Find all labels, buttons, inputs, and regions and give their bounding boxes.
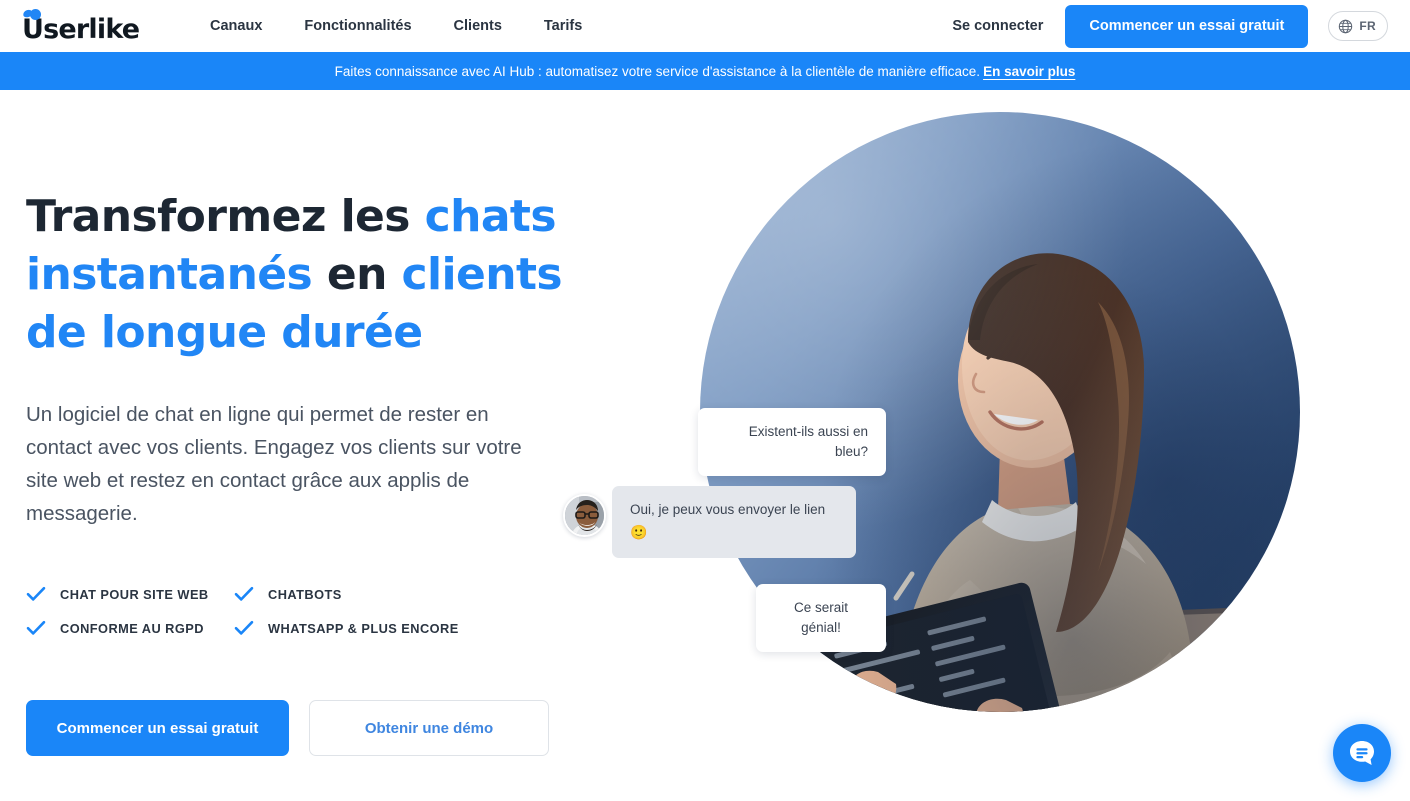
chat-message-text: Oui, je peux vous envoyer le lien bbox=[630, 502, 826, 517]
language-selector[interactable]: FR bbox=[1328, 11, 1388, 41]
headline-part-1: Transformez les bbox=[26, 191, 425, 242]
site-header: Userlike Canaux Fonctionnalités Clients … bbox=[0, 0, 1410, 52]
get-demo-button[interactable]: Obtenir une démo bbox=[309, 700, 549, 756]
chat-bubble-visitor-2: Ce serait génial! bbox=[756, 584, 886, 652]
logo-dot-icon bbox=[30, 9, 41, 20]
login-link[interactable]: Se connecter bbox=[952, 18, 1043, 34]
hero-copy: Transformez les chats instantanés en cli… bbox=[26, 188, 586, 756]
start-free-trial-button[interactable]: Commencer un essai gratuit bbox=[26, 700, 289, 756]
feature-item-conforme-au-rgpd: CONFORME AU RGPD bbox=[26, 620, 234, 636]
feature-label: CHAT POUR SITE WEB bbox=[60, 586, 209, 602]
header-actions: Se connecter Commencer un essai gratuit … bbox=[952, 4, 1388, 48]
hero-visual: Existent-ils aussi en bleu? Oui, je peux… bbox=[563, 112, 1300, 730]
feature-label: CHATBOTS bbox=[268, 586, 342, 602]
hero-section: Transformez les chats instantanés en cli… bbox=[0, 90, 1410, 801]
main-navigation: Canaux Fonctionnalités Clients Tarifs bbox=[210, 18, 582, 34]
feature-item-chatbots: CHATBOTS bbox=[234, 586, 506, 602]
hero-subheading: Un logiciel de chat en ligne qui permet … bbox=[26, 403, 522, 525]
announcement-link[interactable]: En savoir plus bbox=[983, 64, 1075, 79]
chat-bubble-visitor-1: Existent-ils aussi en bleu? bbox=[698, 408, 886, 476]
feature-item-chat-pour-site-web: CHAT POUR SITE WEB bbox=[26, 586, 234, 602]
logo-text: Userlike bbox=[22, 14, 140, 45]
check-icon bbox=[26, 586, 46, 601]
chat-bubble-operator-1: Oui, je peux vous envoyer le lien 🙂 bbox=[612, 486, 856, 558]
announcement-banner: Faites connaissance avec AI Hub : automa… bbox=[0, 52, 1410, 90]
chat-bubble-icon bbox=[1350, 741, 1374, 765]
header-trial-button[interactable]: Commencer un essai gratuit bbox=[1065, 4, 1309, 48]
feature-label: CONFORME AU RGPD bbox=[60, 620, 204, 636]
language-code: FR bbox=[1359, 19, 1376, 33]
chat-message-text: Existent-ils aussi en bleu? bbox=[748, 424, 868, 459]
nav-item-fonctionnalites[interactable]: Fonctionnalités bbox=[304, 18, 411, 34]
nav-item-clients[interactable]: Clients bbox=[454, 18, 502, 34]
feature-list: CHAT POUR SITE WEB CHATBOTS CONFORME AU … bbox=[26, 586, 506, 636]
globe-icon bbox=[1339, 19, 1353, 33]
chat-message-text: Ce serait génial! bbox=[793, 600, 849, 635]
nav-item-tarifs[interactable]: Tarifs bbox=[544, 18, 582, 34]
page-title: Transformez les chats instantanés en cli… bbox=[26, 188, 586, 362]
operator-avatar bbox=[563, 494, 606, 537]
smiley-emoji-icon: 🙂 bbox=[630, 524, 648, 540]
announcement-text: Faites connaissance avec AI Hub : automa… bbox=[334, 63, 981, 79]
check-icon bbox=[234, 620, 254, 635]
hero-cta-row: Commencer un essai gratuit Obtenir une d… bbox=[26, 700, 586, 756]
feature-item-whatsapp-plus-encore: WHATSAPP & PLUS ENCORE bbox=[234, 620, 506, 636]
chat-preview: Existent-ils aussi en bleu? Oui, je peux… bbox=[560, 112, 1040, 730]
headline-part-3: en bbox=[312, 249, 402, 300]
userlike-logo[interactable]: Userlike bbox=[22, 9, 150, 43]
chat-widget-button[interactable] bbox=[1333, 724, 1391, 782]
check-icon bbox=[26, 620, 46, 635]
avatar-photo bbox=[565, 496, 604, 535]
nav-item-canaux[interactable]: Canaux bbox=[210, 18, 262, 34]
check-icon bbox=[234, 586, 254, 601]
feature-label: WHATSAPP & PLUS ENCORE bbox=[268, 620, 459, 636]
